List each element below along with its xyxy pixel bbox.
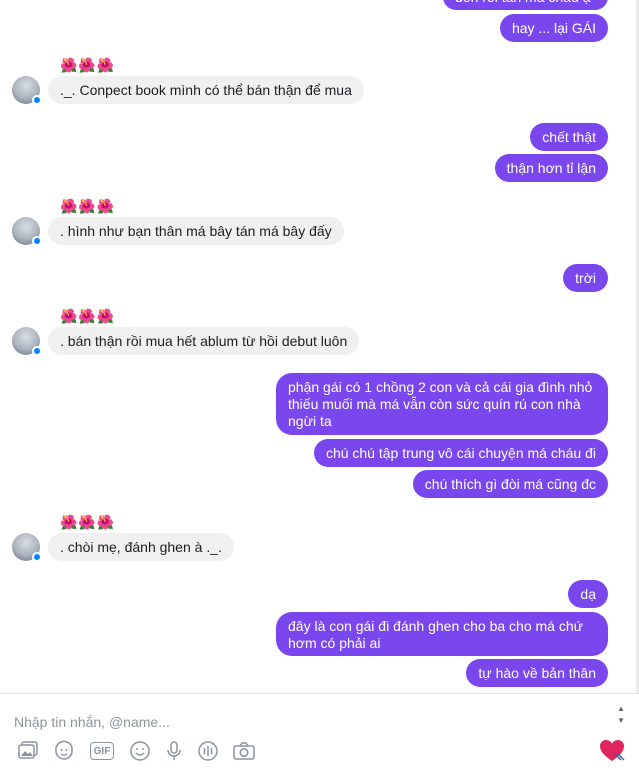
message-incoming: ._. Conpect book mình có thể bán thận để…: [48, 76, 364, 104]
message-input[interactable]: [12, 710, 596, 734]
message-list[interactable]: đến rồi tấn má cháu ạ hay ... lại GÁI 🌺🌺…: [0, 0, 639, 693]
avatar[interactable]: [12, 76, 42, 105]
emoji-icon[interactable]: [128, 740, 152, 762]
scroll-up-icon[interactable]: ▲: [617, 704, 625, 713]
message-outgoing: tự hào về bản thân: [466, 659, 608, 687]
message-outgoing: dạ: [568, 580, 608, 608]
heart-icon[interactable]: [598, 738, 626, 764]
avatar[interactable]: [12, 327, 42, 356]
message-outgoing: đây là con gái đi đánh ghen cho ba cho m…: [276, 612, 608, 656]
message-incoming: . bán thận rồi mua hết ablum từ hồi debu…: [48, 327, 360, 355]
sticker-icon[interactable]: [52, 740, 76, 762]
message-outgoing: chú thích gì đòi má cũng đc: [412, 470, 608, 498]
avatar[interactable]: [12, 217, 42, 246]
reaction-flowers: 🌺🌺🌺: [60, 198, 116, 214]
message-outgoing: chết thật: [530, 123, 608, 151]
reaction-flowers: 🌺🌺🌺: [60, 57, 116, 73]
online-status-icon: [32, 95, 42, 105]
online-status-icon: [32, 236, 42, 246]
message-outgoing: trời: [563, 264, 608, 292]
camera-icon[interactable]: [232, 740, 256, 762]
message-outgoing: hay ... lại GÁI: [499, 14, 608, 42]
message-outgoing: thận hơn tỉ lận: [494, 154, 608, 182]
gif-icon[interactable]: GIF: [90, 742, 114, 760]
microphone-icon[interactable]: [162, 740, 186, 762]
message-outgoing: phận gái có 1 chồng 2 con và cả cái gia …: [276, 373, 608, 435]
online-status-icon: [32, 346, 42, 356]
audio-clip-icon[interactable]: [196, 740, 220, 762]
message-incoming: . chòi mẹ, đánh ghen à ._.: [48, 533, 234, 561]
reaction-flowers: 🌺🌺🌺: [60, 514, 116, 530]
message-outgoing: đến rồi tấn má cháu ạ: [443, 0, 608, 10]
message-outgoing: chú chú tập trung vô cái chuyện má cháu …: [313, 439, 608, 467]
reaction-flowers: 🌺🌺🌺: [60, 308, 116, 324]
avatar[interactable]: [12, 533, 42, 562]
scroll-down-icon[interactable]: ▼: [617, 716, 625, 725]
composer: ▲ ▼ GIF: [0, 693, 639, 778]
online-status-icon: [32, 552, 42, 562]
message-incoming: . hình như bạn thân má bây tán má bây đấ…: [48, 217, 344, 245]
image-icon[interactable]: [16, 740, 40, 762]
